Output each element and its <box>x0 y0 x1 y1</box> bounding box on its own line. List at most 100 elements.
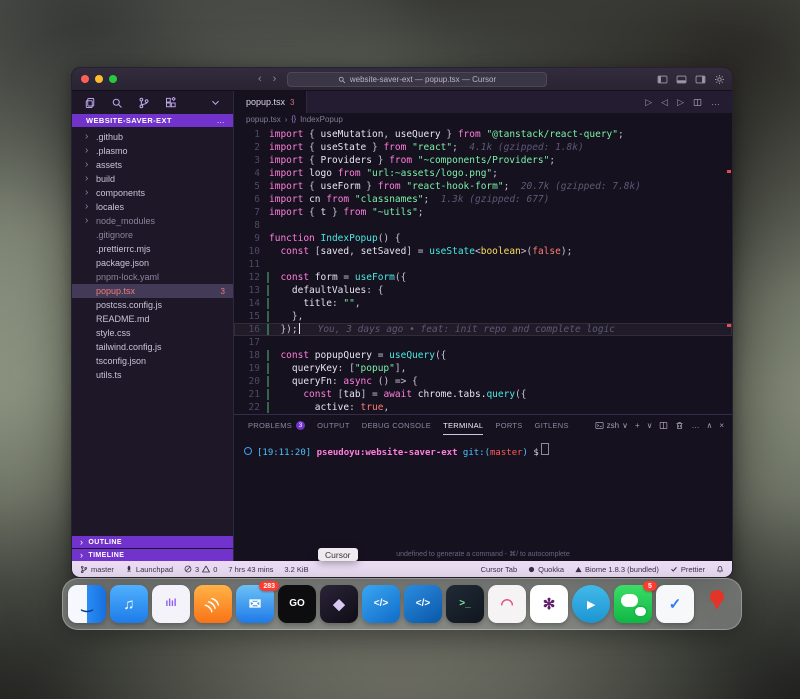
split-editor-icon[interactable] <box>693 98 702 107</box>
dock-app-terminal-dark[interactable]: >_ <box>446 585 484 623</box>
history-forward-icon[interactable]: › <box>273 74 277 85</box>
toggle-secondary-sidebar-icon[interactable] <box>695 74 706 85</box>
git-change-indicator <box>267 363 269 374</box>
panel-tab-debug-console[interactable]: DEBUG CONSOLE <box>362 415 431 435</box>
dock-app-mail[interactable]: ✉283 <box>236 585 274 623</box>
dock-app-music-blue[interactable]: ♫ <box>110 585 148 623</box>
tree-item-node_modules[interactable]: ›node_modules <box>72 214 233 228</box>
breadcrumb-symbol[interactable]: IndexPopup <box>300 115 343 124</box>
vscode-icon: </> <box>374 599 388 609</box>
run-icon[interactable]: ▷ <box>645 97 652 108</box>
dock-app-wechat[interactable]: 5 <box>614 585 652 623</box>
new-terminal-icon[interactable]: + <box>635 421 640 430</box>
tree-item-README.md[interactable]: README.md <box>72 312 233 326</box>
terminal-shell-select[interactable]: zsh ∨ <box>595 421 628 430</box>
tree-item-build[interactable]: ›build <box>72 172 233 186</box>
explorer-icon[interactable] <box>84 97 96 109</box>
kill-terminal-icon[interactable] <box>675 421 684 430</box>
statusbar-item-prettier[interactable]: Prettier <box>670 565 705 574</box>
explorer-section-header[interactable]: WEBSITE-SAVER-EXT … <box>72 114 233 127</box>
panel-tab-output[interactable]: OUTPUT <box>317 415 350 435</box>
code-area[interactable]: 1import { useMutation, useQuery } from "… <box>234 126 732 414</box>
chevron-right-icon: › <box>80 537 83 547</box>
terminal[interactable]: [19:11:20] pseudoyu:website-saver-ext gi… <box>234 435 732 561</box>
statusbar-right: Cursor Tab Quokka Biome 1.8.3 (bundled) Pre… <box>481 565 724 574</box>
tree-item-.github[interactable]: ›.github <box>72 130 233 144</box>
prev-change-icon[interactable]: ◁ <box>661 97 668 108</box>
maximize-panel-icon[interactable]: ∧ <box>706 421 712 430</box>
dock-app-rss[interactable]: ))) <box>194 585 232 623</box>
toggle-sidebar-icon[interactable] <box>657 74 668 85</box>
breadcrumb-file[interactable]: popup.tsx <box>246 115 281 124</box>
source-control-icon[interactable] <box>138 97 150 109</box>
panel-tab-terminal[interactable]: TERMINAL <box>443 415 483 435</box>
panel-tab-gitlens[interactable]: GITLENS <box>535 415 569 435</box>
panel-tab-ports[interactable]: PORTS <box>495 415 522 435</box>
statusbar-item-quokka[interactable]: Quokka <box>528 565 564 574</box>
statusbar-item-launchpad[interactable]: Launchpad <box>125 565 173 574</box>
problems-count-badge: 3 <box>296 421 305 430</box>
statusbar-item-3[interactable]: 30 <box>184 565 217 574</box>
tree-item-.prettierrc.mjs[interactable]: .prettierrc.mjs <box>72 242 233 256</box>
tree-item-components[interactable]: ›components <box>72 186 233 200</box>
timeline-section-header[interactable]: › TIMELINE <box>72 549 233 561</box>
tab-popup-tsx[interactable]: popup.tsx 3 <box>234 91 307 113</box>
code-line-12: 12 const form = useForm({ <box>234 271 732 284</box>
terminal-dropdown-icon[interactable]: ∨ <box>647 421 653 430</box>
tree-item-locales[interactable]: ›locales <box>72 200 233 214</box>
tree-item-.gitignore[interactable]: .gitignore <box>72 228 233 242</box>
tree-item-assets[interactable]: ›assets <box>72 158 233 172</box>
statusbar-item-bell[interactable] <box>716 565 724 573</box>
close-panel-icon[interactable]: × <box>719 421 724 430</box>
search-icon[interactable] <box>111 97 123 109</box>
next-change-icon[interactable]: ▷ <box>677 97 684 108</box>
line-number: 16 <box>234 323 269 336</box>
traffic-lights <box>72 75 117 83</box>
settings-gear-icon[interactable] <box>714 74 725 85</box>
command-center-search[interactable]: website-saver-ext — popup.tsx — Cursor <box>287 72 547 87</box>
dock-app-pin[interactable] <box>698 585 736 623</box>
panel-tab-label: GITLENS <box>535 421 569 430</box>
dock-app-telegram[interactable]: ▸ <box>572 585 610 623</box>
tree-item-postcss.config.js[interactable]: postcss.config.js <box>72 298 233 312</box>
git-change-indicator <box>267 324 269 335</box>
dock-app-slack[interactable]: ✻ <box>530 585 568 623</box>
history-back-icon[interactable]: ‹ <box>258 74 262 85</box>
dock-app-vscode[interactable]: </> <box>362 585 400 623</box>
statusbar-item-7-hrs-43-mins[interactable]: 7 hrs 43 mins <box>228 565 273 574</box>
tree-item-utils.ts[interactable]: utils.ts <box>72 368 233 382</box>
dock-app-arc[interactable]: ◠ <box>488 585 526 623</box>
tree-item-.plasmo[interactable]: ›.plasmo <box>72 144 233 158</box>
panel-more-icon[interactable]: … <box>691 421 699 430</box>
dock-app-vscode-2[interactable]: </> <box>404 585 442 623</box>
zoom-window-button[interactable] <box>109 75 117 83</box>
outline-section-header[interactable]: › OUTLINE <box>72 536 233 548</box>
extensions-icon[interactable] <box>165 97 177 109</box>
tree-item-tsconfig.json[interactable]: tsconfig.json <box>72 354 233 368</box>
dock-app-cursor[interactable]: ◆ <box>320 585 358 623</box>
tree-item-style.css[interactable]: style.css <box>72 326 233 340</box>
more-actions-icon[interactable]: … <box>711 97 720 107</box>
dock-app-things[interactable]: ✓ <box>656 585 694 623</box>
cursor-icon: ◆ <box>333 597 345 612</box>
dock-app-finder[interactable]: ‿ <box>68 585 106 623</box>
close-window-button[interactable] <box>81 75 89 83</box>
chevron-down-icon[interactable] <box>210 97 221 108</box>
breadcrumb[interactable]: popup.tsx › {} IndexPopup <box>234 113 732 126</box>
tree-item-pnpm-lock.yaml[interactable]: pnpm-lock.yaml <box>72 270 233 284</box>
tree-item-popup.tsx[interactable]: popup.tsx3 <box>72 284 233 298</box>
rss-icon: ))) <box>204 595 222 613</box>
statusbar-item-cursor-tab[interactable]: Cursor Tab <box>481 565 518 574</box>
tree-item-package.json[interactable]: package.json <box>72 256 233 270</box>
statusbar-item-biome-1-8-3-bundled-[interactable]: Biome 1.8.3 (bundled) <box>575 565 659 574</box>
minimize-window-button[interactable] <box>95 75 103 83</box>
split-terminal-icon[interactable] <box>659 421 668 430</box>
tree-item-tailwind.config.js[interactable]: tailwind.config.js <box>72 340 233 354</box>
toggle-panel-icon[interactable] <box>676 74 687 85</box>
more-actions-icon[interactable]: … <box>217 116 225 125</box>
statusbar-item-3-2-kib[interactable]: 3.2 KiB <box>284 565 308 574</box>
dock-app-go[interactable]: GO <box>278 585 316 623</box>
panel-tab-problems[interactable]: PROBLEMS3 <box>248 415 305 435</box>
dock-app-audio-white[interactable]: ılıl <box>152 585 190 623</box>
statusbar-item-master[interactable]: master <box>80 565 114 574</box>
